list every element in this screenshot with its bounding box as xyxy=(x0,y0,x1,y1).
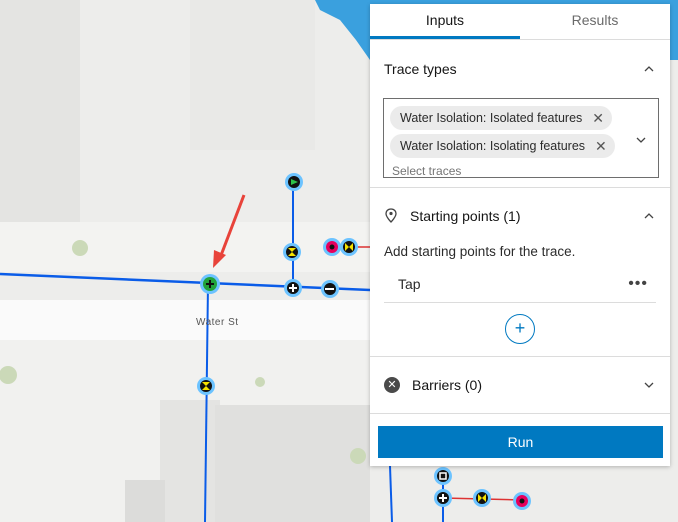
building xyxy=(0,0,80,222)
trace-chip: Water Isolation: Isolated features ✕ xyxy=(390,106,613,130)
tree xyxy=(350,448,366,464)
building xyxy=(125,480,165,522)
starting-point-label: Tap xyxy=(398,275,421,292)
tab-results[interactable]: Results xyxy=(520,4,670,39)
valve-icon xyxy=(197,377,215,395)
sidewalk xyxy=(0,222,370,272)
remove-chip-icon[interactable]: ✕ xyxy=(592,110,604,127)
starting-points-hint: Add starting points for the trace. xyxy=(384,244,576,259)
tab-bar: Inputs Results xyxy=(370,4,670,40)
starting-point-icon xyxy=(200,274,220,294)
meter-icon xyxy=(434,467,452,485)
barriers-header[interactable]: ✕ Barriers (0) xyxy=(370,357,670,413)
building xyxy=(160,400,220,522)
valve-icon xyxy=(340,238,358,256)
building xyxy=(190,0,315,150)
chevron-down-icon[interactable] xyxy=(642,378,656,392)
trace-types-combobox[interactable]: Water Isolation: Isolated features ✕ Wate… xyxy=(383,98,659,178)
barriers-title: Barriers (0) xyxy=(412,377,483,393)
device-icon xyxy=(285,173,303,191)
valve-icon xyxy=(283,243,301,261)
run-button[interactable]: Run xyxy=(378,426,663,458)
trace-chip: Water Isolation: Isolating features ✕ xyxy=(390,134,615,158)
more-options-icon[interactable]: ••• xyxy=(628,275,648,293)
road-water-st xyxy=(0,300,370,340)
fitting-icon xyxy=(434,489,452,507)
trace-chip-label: Water Isolation: Isolated features xyxy=(400,111,583,125)
tree xyxy=(255,377,265,387)
chevron-down-icon[interactable] xyxy=(634,133,648,147)
starting-point-item[interactable]: Tap ••• xyxy=(384,265,656,303)
map-pin-icon xyxy=(385,208,397,223)
tree xyxy=(72,240,88,256)
tab-inputs[interactable]: Inputs xyxy=(370,4,520,39)
trace-types-header[interactable]: Trace types xyxy=(370,40,670,98)
chevron-up-icon[interactable] xyxy=(642,62,656,76)
hydrant-icon xyxy=(513,492,531,510)
trace-types-title: Trace types xyxy=(384,61,457,77)
trace-types-placeholder[interactable]: Select traces xyxy=(390,164,652,178)
divider xyxy=(370,413,670,414)
starting-points-header[interactable]: Starting points (1) xyxy=(370,188,670,244)
trace-chip-label: Water Isolation: Isolating features xyxy=(400,139,586,153)
barrier-icon: ✕ xyxy=(384,377,400,393)
chevron-up-icon[interactable] xyxy=(642,209,656,223)
hydrant-icon xyxy=(323,238,341,256)
fitting-icon xyxy=(321,280,339,298)
fitting-icon xyxy=(284,279,302,297)
street-label: Water St xyxy=(196,317,239,328)
add-starting-point-button[interactable]: + xyxy=(505,314,535,344)
remove-chip-icon[interactable]: ✕ xyxy=(595,138,607,155)
starting-points-title: Starting points (1) xyxy=(410,208,521,224)
building xyxy=(215,405,370,522)
valve-icon xyxy=(473,489,491,507)
trace-panel: Inputs Results Trace types Water Isolati… xyxy=(370,4,670,466)
